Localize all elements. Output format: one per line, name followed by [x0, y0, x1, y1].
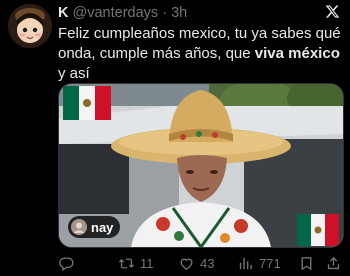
heart-icon — [180, 258, 193, 270]
reply-button[interactable] — [58, 255, 75, 272]
like-count: 43 — [200, 255, 215, 271]
tag-username: nay — [91, 219, 114, 235]
media-user-tag[interactable]: nay — [68, 216, 121, 238]
avatar[interactable] — [8, 4, 52, 48]
mexico-flag-right — [297, 214, 339, 246]
tweet-text-part2: y así — [58, 65, 90, 82]
author-name[interactable]: K — [58, 5, 68, 21]
share-button[interactable] — [325, 255, 342, 272]
tag-avatar-icon — [71, 219, 87, 235]
reply-icon — [59, 257, 74, 271]
meta-separator: · — [162, 5, 168, 21]
tweet-text: Feliz cumpleaños mexico, tu ya sabes qué… — [58, 24, 342, 84]
views-count: 771 — [259, 255, 281, 271]
views-chart-icon — [239, 257, 252, 269]
tweet-text-bold: viva méxico — [254, 45, 340, 62]
bookmark-icon — [301, 256, 312, 270]
like-button[interactable]: 43 — [178, 255, 214, 272]
mexico-flag-left — [63, 86, 111, 120]
share-icon — [327, 256, 340, 269]
retweet-count: 11 — [140, 255, 154, 271]
tweet-time[interactable]: 3h — [171, 5, 187, 21]
tag-avatar — [71, 219, 87, 235]
tweet-header: K @vanterdays · 3h — [58, 3, 342, 23]
tweet-actions: 11 43 771 — [58, 252, 342, 274]
x-logo-icon[interactable] — [325, 4, 340, 19]
author-handle[interactable]: @vanterdays — [73, 5, 159, 21]
views-button[interactable]: 771 — [237, 255, 281, 272]
avatar-illustration — [8, 4, 52, 48]
retweet-button[interactable]: 11 — [118, 255, 154, 272]
retweet-icon — [118, 258, 135, 268]
tweet-media[interactable]: nay — [58, 83, 344, 248]
bookmark-button[interactable] — [298, 255, 315, 272]
